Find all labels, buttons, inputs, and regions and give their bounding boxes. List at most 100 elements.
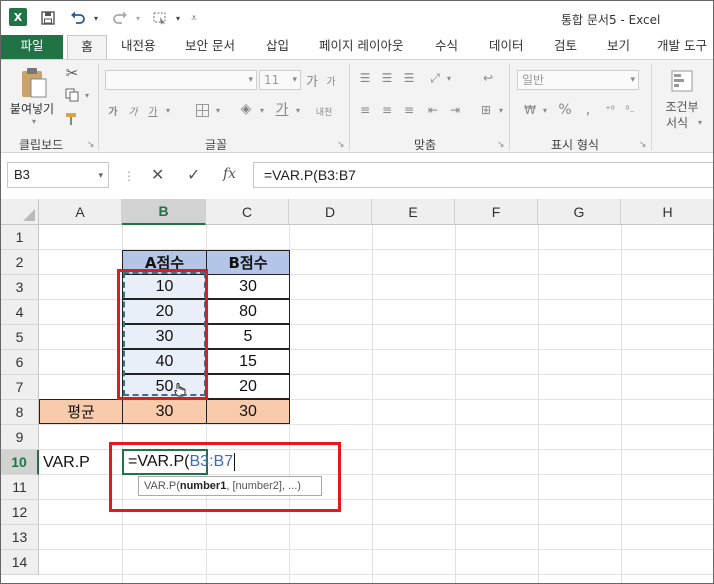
row-header-10[interactable]: 10 (1, 450, 39, 475)
column-header-b[interactable]: B (122, 199, 206, 225)
average-b-cell[interactable]: 30 (206, 399, 290, 424)
phonetic-icon[interactable]: 내천 (311, 100, 337, 122)
column-header-c[interactable]: C (206, 199, 289, 225)
header-cell-b-score[interactable]: B점수 (206, 250, 290, 275)
align-left-icon[interactable]: ≡ (357, 102, 373, 118)
decrease-decimal-icon[interactable]: ⁰₋ (621, 102, 639, 118)
average-label-cell[interactable]: 평균 (39, 399, 123, 424)
row-header-3[interactable]: 3 (1, 275, 39, 300)
formula-input[interactable]: =VAR.P(B3:B7 (253, 162, 713, 188)
tab-formulas[interactable]: 수식 (435, 35, 458, 59)
conditional-format-icon[interactable] (669, 68, 695, 94)
align-top-icon[interactable]: ☰ (357, 70, 373, 86)
select-all-button[interactable] (1, 199, 39, 225)
row-header-2[interactable]: 2 (1, 250, 39, 275)
fill-color-icon[interactable]: ◈ (237, 100, 255, 118)
row-header-13[interactable]: 13 (1, 525, 39, 550)
table-cell[interactable]: 5 (206, 324, 290, 349)
clipboard-launcher-icon[interactable]: ↘ (87, 140, 95, 150)
borders-dropdown-icon[interactable]: ▾ (213, 102, 223, 118)
underline-button[interactable]: 가 (145, 102, 161, 118)
number-launcher-icon[interactable]: ↘ (639, 140, 647, 150)
increase-decimal-icon[interactable]: ⁺⁰ (601, 102, 619, 118)
bold-button[interactable]: 가 (105, 102, 121, 118)
select-dropdown-icon[interactable]: ▾ (173, 9, 183, 27)
redo-icon[interactable] (109, 9, 131, 27)
insert-function-button[interactable]: fx (223, 166, 236, 182)
row-header-9[interactable]: 9 (1, 425, 39, 450)
cut-icon[interactable]: ✂ (63, 64, 81, 82)
row-header-12[interactable]: 12 (1, 500, 39, 525)
table-cell[interactable]: 15 (206, 349, 290, 374)
font-launcher-icon[interactable]: ↘ (337, 140, 345, 150)
font-name-dropdown[interactable]: ▾ (105, 70, 257, 90)
row-header-14[interactable]: 14 (1, 550, 39, 575)
column-header-a[interactable]: A (39, 199, 122, 225)
align-right-icon[interactable]: ≡ (401, 102, 417, 118)
decrease-font-icon[interactable]: 가 (323, 72, 339, 88)
customize-qat-icon[interactable]: ⩡ (187, 9, 201, 27)
accounting-dropdown-icon[interactable]: ▾ (541, 102, 549, 118)
tab-security-doc[interactable]: 보안 문서 (185, 35, 235, 59)
tab-review[interactable]: 검토 (554, 35, 577, 59)
align-bottom-icon[interactable]: ☰ (401, 70, 417, 86)
column-header-d[interactable]: D (289, 199, 372, 225)
increase-font-icon[interactable]: 가 (304, 72, 320, 90)
conditional-format-label-2[interactable]: 서식 (657, 114, 697, 130)
underline-dropdown-icon[interactable]: ▾ (163, 102, 173, 118)
font-size-dropdown[interactable]: 11 ▾ (259, 70, 301, 90)
redo-dropdown-icon[interactable]: ▾ (133, 9, 143, 27)
italic-button[interactable]: 가 (125, 102, 141, 118)
tab-developer[interactable]: 개발 도구 (657, 35, 707, 59)
wrap-text-icon[interactable]: ↩ (479, 70, 497, 86)
row-header-7[interactable]: 7 (1, 375, 39, 400)
paste-icon[interactable] (19, 66, 49, 100)
row-header-1[interactable]: 1 (1, 225, 39, 250)
tab-data[interactable]: 데이터 (489, 35, 524, 59)
decrease-indent-icon[interactable]: ⇤ (425, 102, 441, 118)
save-icon[interactable] (39, 9, 57, 27)
conditional-format-label-1[interactable]: 조건부 (657, 98, 707, 114)
undo-icon[interactable] (67, 9, 89, 27)
tab-file[interactable]: 파일 (1, 35, 63, 59)
format-painter-icon[interactable] (63, 110, 81, 128)
column-header-g[interactable]: G (538, 199, 621, 225)
table-cell[interactable]: 30 (206, 274, 290, 299)
align-center-icon[interactable]: ≡ (379, 102, 395, 118)
column-header-h[interactable]: H (621, 199, 713, 225)
table-cell[interactable]: 80 (206, 299, 290, 324)
paste-dropdown-icon[interactable]: ▾ (29, 116, 39, 126)
row-header-11[interactable]: 11 (1, 475, 39, 500)
column-header-e[interactable]: E (372, 199, 455, 225)
name-box[interactable]: B3 ▾ (7, 162, 109, 188)
column-header-f[interactable]: F (455, 199, 538, 225)
borders-icon[interactable] (193, 102, 211, 118)
orientation-dropdown-icon[interactable]: ▾ (445, 70, 453, 86)
fill-color-dropdown-icon[interactable]: ▾ (257, 102, 267, 118)
conditional-format-dropdown-icon[interactable]: ▾ (695, 114, 705, 130)
row-header-4[interactable]: 4 (1, 300, 39, 325)
tab-my-use[interactable]: 내전용 (121, 35, 156, 59)
increase-indent-icon[interactable]: ⇥ (447, 102, 463, 118)
alignment-launcher-icon[interactable]: ↘ (497, 140, 505, 150)
enter-button[interactable]: ✓ (187, 165, 200, 184)
percent-style-button[interactable]: % (557, 102, 573, 118)
font-color-dropdown-icon[interactable]: ▾ (293, 102, 303, 118)
cancel-button[interactable]: ✕ (151, 165, 164, 184)
row-header-6[interactable]: 6 (1, 350, 39, 375)
average-a-cell[interactable]: 30 (122, 399, 207, 424)
comma-style-button[interactable]: , (581, 102, 595, 118)
tab-page-layout[interactable]: 페이지 레이아웃 (319, 35, 403, 59)
paste-button[interactable]: 붙여넣기 (7, 100, 57, 116)
accounting-format-icon[interactable]: ₩ (521, 102, 539, 118)
merge-dropdown-icon[interactable]: ▾ (497, 102, 505, 118)
align-middle-icon[interactable]: ☰ (379, 70, 395, 86)
table-cell[interactable]: 20 (206, 374, 290, 399)
undo-dropdown-icon[interactable]: ▾ (91, 9, 101, 27)
copy-dropdown-icon[interactable]: ▾ (83, 88, 91, 102)
copy-icon[interactable] (63, 86, 81, 104)
number-format-dropdown[interactable]: 일반 ▾ (517, 70, 639, 90)
row-header-5[interactable]: 5 (1, 325, 39, 350)
orientation-icon[interactable]: ⤢ (425, 70, 445, 86)
tab-insert[interactable]: 삽입 (266, 35, 289, 59)
